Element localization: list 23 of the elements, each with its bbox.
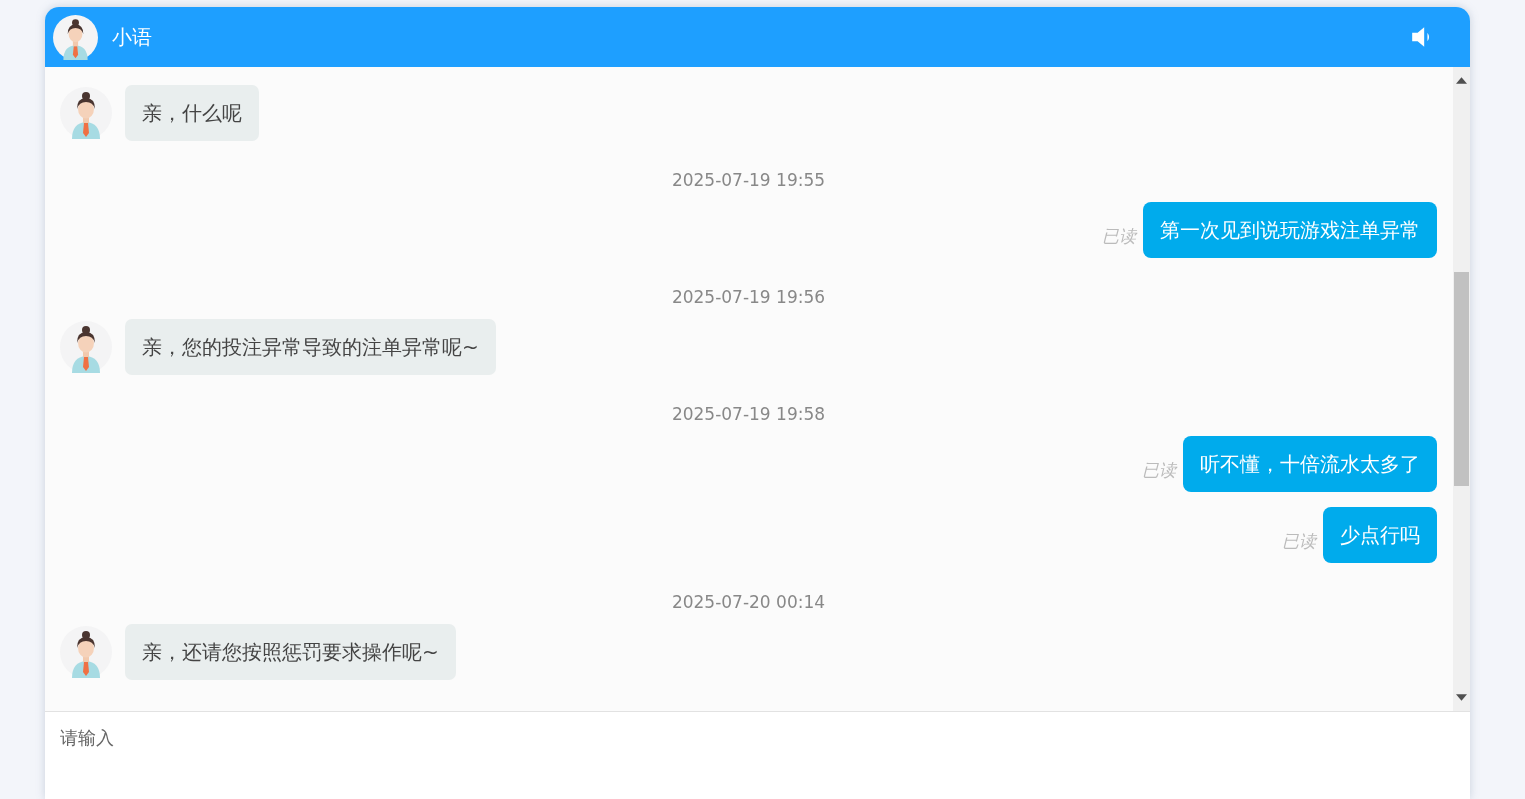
read-status: 已读 <box>1142 459 1176 482</box>
user-message-bubble: 听不懂，十倍流水太多了 <box>1183 436 1437 492</box>
chat-title: 小语 <box>112 23 152 51</box>
agent-message-bubble: 亲，什么呢 <box>125 85 259 141</box>
agent-avatar-icon <box>60 321 112 373</box>
user-message-bubble: 少点行吗 <box>1323 507 1437 563</box>
scrollbar-thumb[interactable] <box>1454 272 1469 486</box>
scroll-up-icon[interactable] <box>1456 77 1467 84</box>
user-message-bubble: 第一次见到说玩游戏注单异常 <box>1143 202 1437 258</box>
timestamp: 2025-07-19 19:56 <box>670 287 827 307</box>
message-input[interactable]: 请输入 <box>45 712 1470 799</box>
agent-avatar-icon <box>60 87 112 139</box>
agent-avatar-icon <box>53 14 98 60</box>
read-status: 已读 <box>1282 530 1316 553</box>
timestamp: 2025-07-20 00:14 <box>670 592 827 612</box>
scroll-down-icon[interactable] <box>1456 694 1467 701</box>
scrollbar[interactable] <box>1453 67 1470 711</box>
agent-message-bubble: 亲，您的投注异常导致的注单异常呢~ <box>125 319 496 375</box>
timestamp: 2025-07-19 19:55 <box>670 170 827 190</box>
timestamp: 2025-07-19 19:58 <box>670 404 827 424</box>
agent-message-bubble: 亲，还请您按照惩罚要求操作呢~ <box>125 624 456 680</box>
agent-avatar-icon <box>60 626 112 678</box>
read-status: 已读 <box>1102 225 1136 248</box>
